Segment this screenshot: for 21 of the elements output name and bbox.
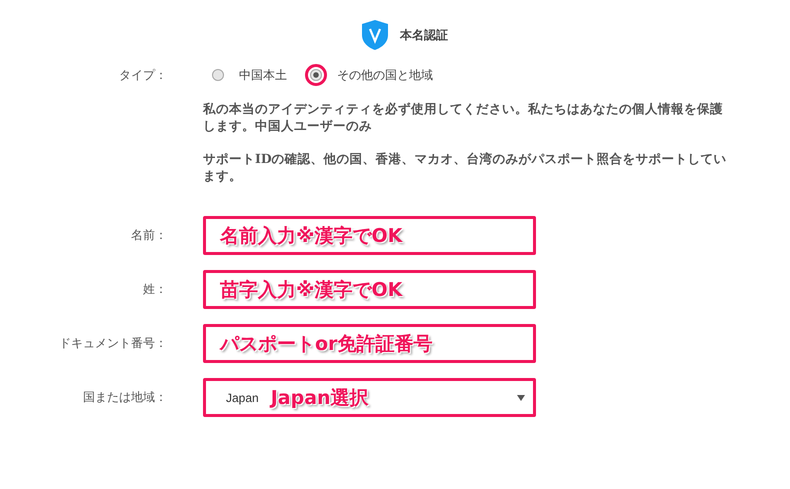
caret-icon (517, 395, 525, 401)
field-label: 姓： (142, 281, 167, 298)
selected-value: Japan (226, 390, 259, 404)
field-label: タイプ： (118, 66, 167, 84)
page-title: 本名認証 (400, 26, 448, 44)
field-label: 国または地域： (82, 389, 167, 406)
annotation-label: パスポートor免許証番号 (220, 332, 432, 356)
country-dropdown[interactable]: Japan Japan選択 (203, 378, 536, 417)
radio-option[interactable]: その他の国と地域 (305, 64, 433, 86)
annotation-label: Japan選択 (270, 386, 369, 410)
info-text: サポートIDの確認、他の国、香港、マカオ、台湾のみがパスポート照合をサポートしています。 (203, 150, 728, 184)
radio-option[interactable]: 中国本土 (207, 64, 287, 86)
shield-icon (362, 20, 388, 50)
annotation-label: 苗字入力※漢字でOK (220, 278, 402, 302)
input-field[interactable]: 苗字入力※漢字でOK (203, 270, 536, 309)
info-text: 私の本当のアイデンティティを必ず使用してください。私たちはあなたの個人情報を保護します。中国人ユーザーのみ (203, 100, 724, 134)
field-label: 名前： (130, 227, 167, 244)
annotation-label: 名前入力※漢字でOK (220, 224, 402, 248)
field-label: ドキュメント番号： (58, 335, 167, 352)
input-field[interactable]: パスポートor免許証番号 (203, 324, 536, 363)
input-field[interactable]: 名前入力※漢字でOK (203, 216, 536, 255)
